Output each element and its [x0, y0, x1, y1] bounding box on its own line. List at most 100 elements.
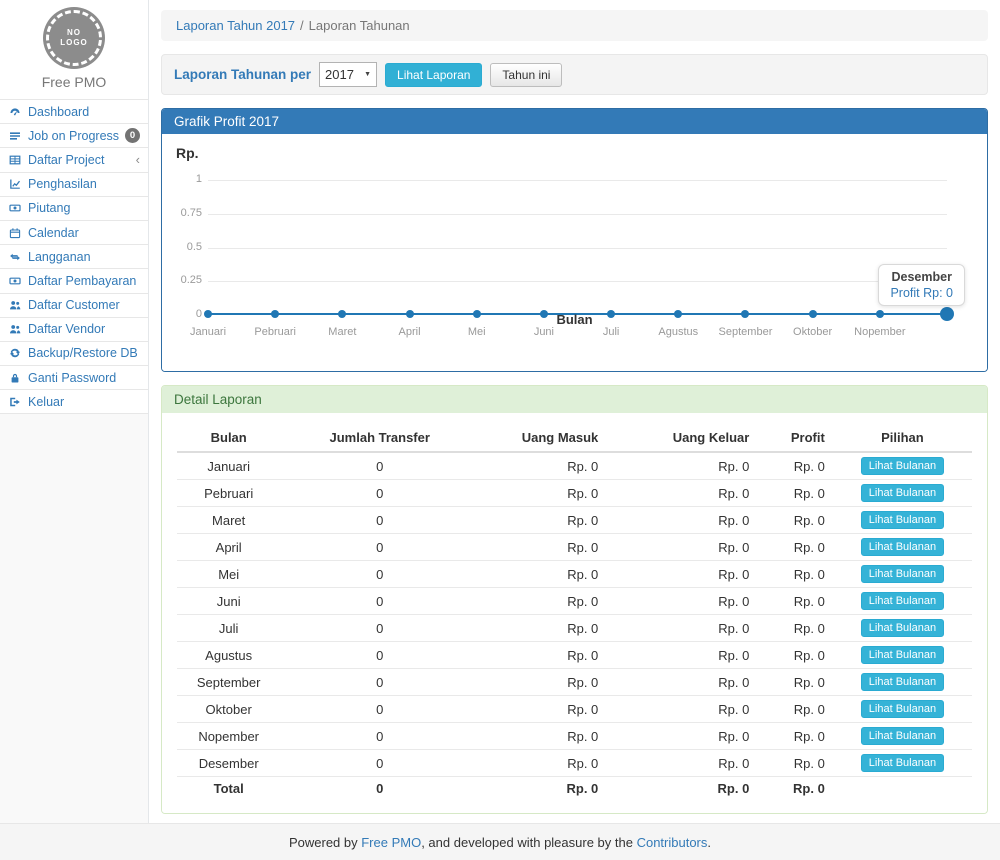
cell-jumlah_transfer: 0 [280, 561, 479, 588]
cell-profit: Rp. 0 [757, 507, 833, 534]
data-point-pebruari[interactable] [271, 310, 279, 318]
tahun-ini-button[interactable]: Tahun ini [490, 63, 562, 87]
cell-uang_masuk: Rp. 0 [479, 507, 606, 534]
data-point-september[interactable] [741, 310, 749, 318]
x-tick-label: Nopember [854, 326, 905, 338]
breadcrumb-link-laporan-tahun[interactable]: Laporan Tahun 2017 [176, 18, 295, 33]
cell-jumlah_transfer: 0 [280, 588, 479, 615]
detail-laporan-panel: Detail Laporan BulanJumlah TransferUang … [161, 385, 988, 814]
cell-bulan: Nopember [177, 723, 280, 750]
x-tick-label: Oktober [793, 326, 832, 338]
table-row-januari: Januari0Rp. 0Rp. 0Rp. 0Lihat Bulanan [177, 452, 972, 480]
sidebar-menu: DashboardJob on Progress0Daftar Project‹… [0, 99, 148, 414]
table-body: Januari0Rp. 0Rp. 0Rp. 0Lihat BulananPebr… [177, 452, 972, 800]
data-point-januari[interactable] [204, 310, 212, 318]
breadcrumb-separator: / [300, 18, 304, 33]
cell-bulan: Agustus [177, 642, 280, 669]
sidebar-item-label: Backup/Restore DB [28, 346, 140, 360]
table-row-juli: Juli0Rp. 0Rp. 0Rp. 0Lihat Bulanan [177, 615, 972, 642]
sidebar-item-langganan[interactable]: Langganan [0, 245, 148, 269]
lihat-bulanan-button[interactable]: Lihat Bulanan [861, 511, 944, 529]
lock-icon [9, 372, 22, 384]
lihat-bulanan-button[interactable]: Lihat Bulanan [861, 619, 944, 637]
sidebar-item-dashboard[interactable]: Dashboard [0, 100, 148, 124]
data-point-oktober[interactable] [809, 310, 817, 318]
data-point-maret[interactable] [338, 310, 346, 318]
total-uang_keluar: Rp. 0 [606, 777, 757, 801]
cell-profit: Rp. 0 [757, 452, 833, 480]
cell-bulan: Mei [177, 561, 280, 588]
data-point-juli[interactable] [607, 310, 615, 318]
y-tick-label: 0.75 [164, 207, 202, 219]
sign-out-icon [9, 396, 22, 408]
sidebar-item-daftar-customer[interactable]: Daftar Customer [0, 294, 148, 318]
data-point-agustus[interactable] [674, 310, 682, 318]
lihat-bulanan-button[interactable]: Lihat Bulanan [861, 700, 944, 718]
sidebar-item-job-on-progress[interactable]: Job on Progress0 [0, 124, 148, 148]
brand-name: Free PMO [0, 74, 148, 90]
data-point-mei[interactable] [473, 310, 481, 318]
data-point-april[interactable] [406, 310, 414, 318]
money-icon [9, 202, 22, 214]
lihat-laporan-button[interactable]: Lihat Laporan [385, 63, 482, 87]
cell-profit: Rp. 0 [757, 642, 833, 669]
sidebar-item-keluar[interactable]: Keluar [0, 390, 148, 414]
lihat-bulanan-button[interactable]: Lihat Bulanan [861, 592, 944, 610]
data-point-juni[interactable] [540, 310, 548, 318]
lihat-bulanan-button[interactable]: Lihat Bulanan [861, 457, 944, 475]
cell-profit: Rp. 0 [757, 750, 833, 777]
sidebar-item-label: Piutang [28, 201, 140, 215]
x-tick-label: Januari [190, 326, 226, 338]
money-icon [9, 275, 22, 287]
total-uang_masuk: Rp. 0 [479, 777, 606, 801]
cell-jumlah_transfer: 0 [280, 615, 479, 642]
sidebar-item-label: Daftar Customer [28, 298, 140, 312]
sidebar-item-ganti-password[interactable]: Ganti Password [0, 366, 148, 390]
cell-bulan: Juli [177, 615, 280, 642]
main-content: Laporan Tahun 2017/Laporan Tahunan Lapor… [149, 0, 1000, 823]
lihat-bulanan-button[interactable]: Lihat Bulanan [861, 754, 944, 772]
sidebar-item-piutang[interactable]: Piutang [0, 197, 148, 221]
year-filter-label: Laporan Tahunan per [174, 67, 311, 82]
sidebar-item-backup-restore-db[interactable]: Backup/Restore DB [0, 342, 148, 366]
laporan-table: BulanJumlah TransferUang MasukUang Kelua… [177, 424, 972, 800]
table-row-agustus: Agustus0Rp. 0Rp. 0Rp. 0Lihat Bulanan [177, 642, 972, 669]
table-row-oktober: Oktober0Rp. 0Rp. 0Rp. 0Lihat Bulanan [177, 696, 972, 723]
sidebar-item-daftar-vendor[interactable]: Daftar Vendor [0, 318, 148, 342]
sidebar-item-calendar[interactable]: Calendar [0, 221, 148, 245]
lihat-bulanan-button[interactable]: Lihat Bulanan [861, 673, 944, 691]
y-tick-label: 0.25 [164, 274, 202, 286]
sidebar-item-penghasilan[interactable]: Penghasilan [0, 173, 148, 197]
lihat-bulanan-button[interactable]: Lihat Bulanan [861, 484, 944, 502]
table-total-row: Total0Rp. 0Rp. 0Rp. 0 [177, 777, 972, 801]
sidebar-item-daftar-project[interactable]: Daftar Project‹ [0, 148, 148, 172]
cell-pilihan: Lihat Bulanan [833, 642, 972, 669]
data-point-nopember[interactable] [876, 310, 884, 318]
tasks-icon [9, 130, 22, 142]
cell-jumlah_transfer: 0 [280, 480, 479, 507]
cell-bulan: Pebruari [177, 480, 280, 507]
cell-profit: Rp. 0 [757, 534, 833, 561]
gridline [208, 214, 947, 215]
calendar-icon [9, 227, 22, 239]
cell-uang_keluar: Rp. 0 [606, 642, 757, 669]
lihat-bulanan-button[interactable]: Lihat Bulanan [861, 646, 944, 664]
cell-pilihan: Lihat Bulanan [833, 507, 972, 534]
lihat-bulanan-button[interactable]: Lihat Bulanan [861, 727, 944, 745]
chart-line-icon [9, 178, 22, 190]
footer-link-contributors[interactable]: Contributors [637, 835, 708, 850]
sidebar-item-label: Calendar [28, 226, 140, 240]
sidebar-item-label: Langganan [28, 250, 140, 264]
cell-uang_keluar: Rp. 0 [606, 534, 757, 561]
table-row-juni: Juni0Rp. 0Rp. 0Rp. 0Lihat Bulanan [177, 588, 972, 615]
year-select[interactable]: 2017 ▼ [319, 62, 377, 87]
table-header-row: BulanJumlah TransferUang MasukUang Kelua… [177, 424, 972, 452]
footer-link-free-pmo[interactable]: Free PMO [361, 835, 421, 850]
cell-pilihan: Lihat Bulanan [833, 480, 972, 507]
data-point-desember[interactable] [940, 307, 954, 321]
detail-panel-body: BulanJumlah TransferUang MasukUang Kelua… [162, 413, 987, 813]
sidebar-item-daftar-pembayaran[interactable]: Daftar Pembayaran [0, 269, 148, 293]
lihat-bulanan-button[interactable]: Lihat Bulanan [861, 565, 944, 583]
cell-pilihan: Lihat Bulanan [833, 669, 972, 696]
lihat-bulanan-button[interactable]: Lihat Bulanan [861, 538, 944, 556]
